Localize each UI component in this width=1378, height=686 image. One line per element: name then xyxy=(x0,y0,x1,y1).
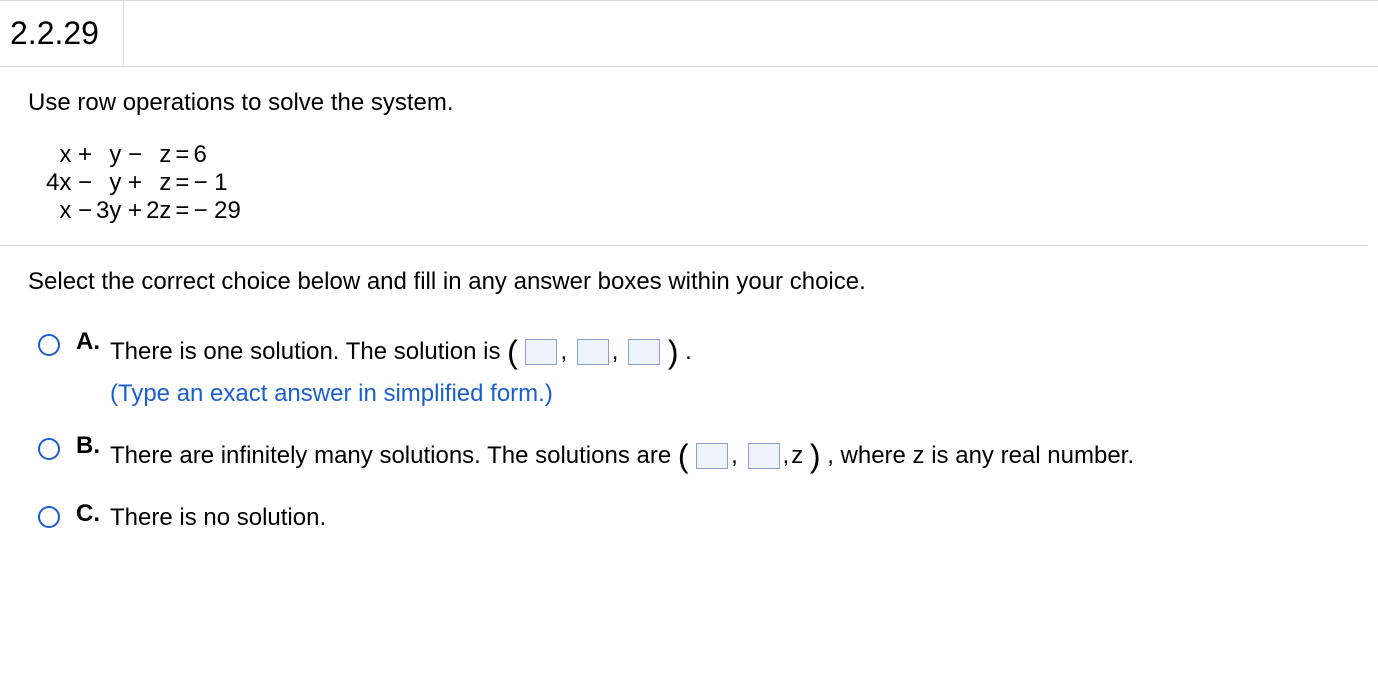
divider xyxy=(0,245,1368,246)
eq-cell: 6 xyxy=(191,141,242,169)
answer-b-x-input[interactable] xyxy=(696,443,728,469)
choice-list: A. There is one solution. The solution i… xyxy=(28,328,1368,536)
close-paren-icon: ) xyxy=(810,438,821,474)
equation-row: x − 3y + 2z = − 29 xyxy=(44,197,243,225)
choice-c: C. There is no solution. xyxy=(38,500,1368,536)
eq-cell: 2z xyxy=(144,197,173,225)
choice-a-post: . xyxy=(685,338,692,365)
eq-cell: y − xyxy=(94,141,144,169)
eq-cell: x + xyxy=(44,141,94,169)
eq-cell: − 1 xyxy=(191,169,242,197)
choice-b-post: , where z is any real number. xyxy=(827,442,1134,469)
eq-cell: y + xyxy=(94,169,144,197)
z-label: z xyxy=(791,442,803,469)
choice-b-pre: There are infinitely many solutions. The… xyxy=(110,442,678,469)
choice-a-hint: (Type an exact answer in simplified form… xyxy=(110,380,553,407)
eq-cell: z xyxy=(144,141,173,169)
radio-c[interactable] xyxy=(38,506,60,528)
eq-cell: = xyxy=(173,169,191,197)
choice-b-text: There are infinitely many solutions. The… xyxy=(110,432,1134,480)
eq-cell: 4x − xyxy=(44,169,94,197)
answer-b-y-input[interactable] xyxy=(748,443,780,469)
choice-c-text: There is no solution. xyxy=(110,500,326,536)
choice-a-text: There is one solution. The solution is (… xyxy=(110,328,692,412)
choice-b: B. There are infinitely many solutions. … xyxy=(38,432,1368,480)
comma: , xyxy=(610,338,621,365)
equation-row: 4x − y + z = − 1 xyxy=(44,169,243,197)
choice-letter: A. xyxy=(76,328,100,356)
open-paren-icon: ( xyxy=(507,334,518,370)
comma: , xyxy=(558,338,569,365)
eq-cell: = xyxy=(173,141,191,169)
radio-b[interactable] xyxy=(38,438,60,460)
eq-cell: x − xyxy=(44,197,94,225)
equation-table: x + y − z = 6 4x − y + z = − 1 x − 3y + … xyxy=(44,141,243,225)
equation-system: x + y − z = 6 4x − y + z = − 1 x − 3y + … xyxy=(28,141,1368,245)
choice-a: A. There is one solution. The solution i… xyxy=(38,328,1368,412)
question-number: 2.2.29 xyxy=(0,1,124,66)
equation-row: x + y − z = 6 xyxy=(44,141,243,169)
radio-a[interactable] xyxy=(38,334,60,356)
answer-a-y-input[interactable] xyxy=(577,339,609,365)
answer-a-z-input[interactable] xyxy=(628,339,660,365)
open-paren-icon: ( xyxy=(678,438,689,474)
choice-letter: B. xyxy=(76,432,100,460)
eq-cell: z xyxy=(144,169,173,197)
comma: , xyxy=(729,442,740,469)
comma: , xyxy=(781,442,792,469)
question-page: 2.2.29 Use row operations to solve the s… xyxy=(0,0,1378,686)
question-header-bar: 2.2.29 xyxy=(0,0,1378,67)
select-prompt: Select the correct choice below and fill… xyxy=(28,268,1368,296)
choice-letter: C. xyxy=(76,500,100,528)
eq-cell: − 29 xyxy=(191,197,242,225)
answer-a-x-input[interactable] xyxy=(525,339,557,365)
eq-cell: = xyxy=(173,197,191,225)
instruction-text: Use row operations to solve the system. xyxy=(28,89,1368,117)
close-paren-icon: ) xyxy=(668,334,679,370)
eq-cell: 3y + xyxy=(94,197,144,225)
choice-a-pre: There is one solution. The solution is xyxy=(110,338,507,365)
question-body: Use row operations to solve the system. … xyxy=(0,67,1378,536)
